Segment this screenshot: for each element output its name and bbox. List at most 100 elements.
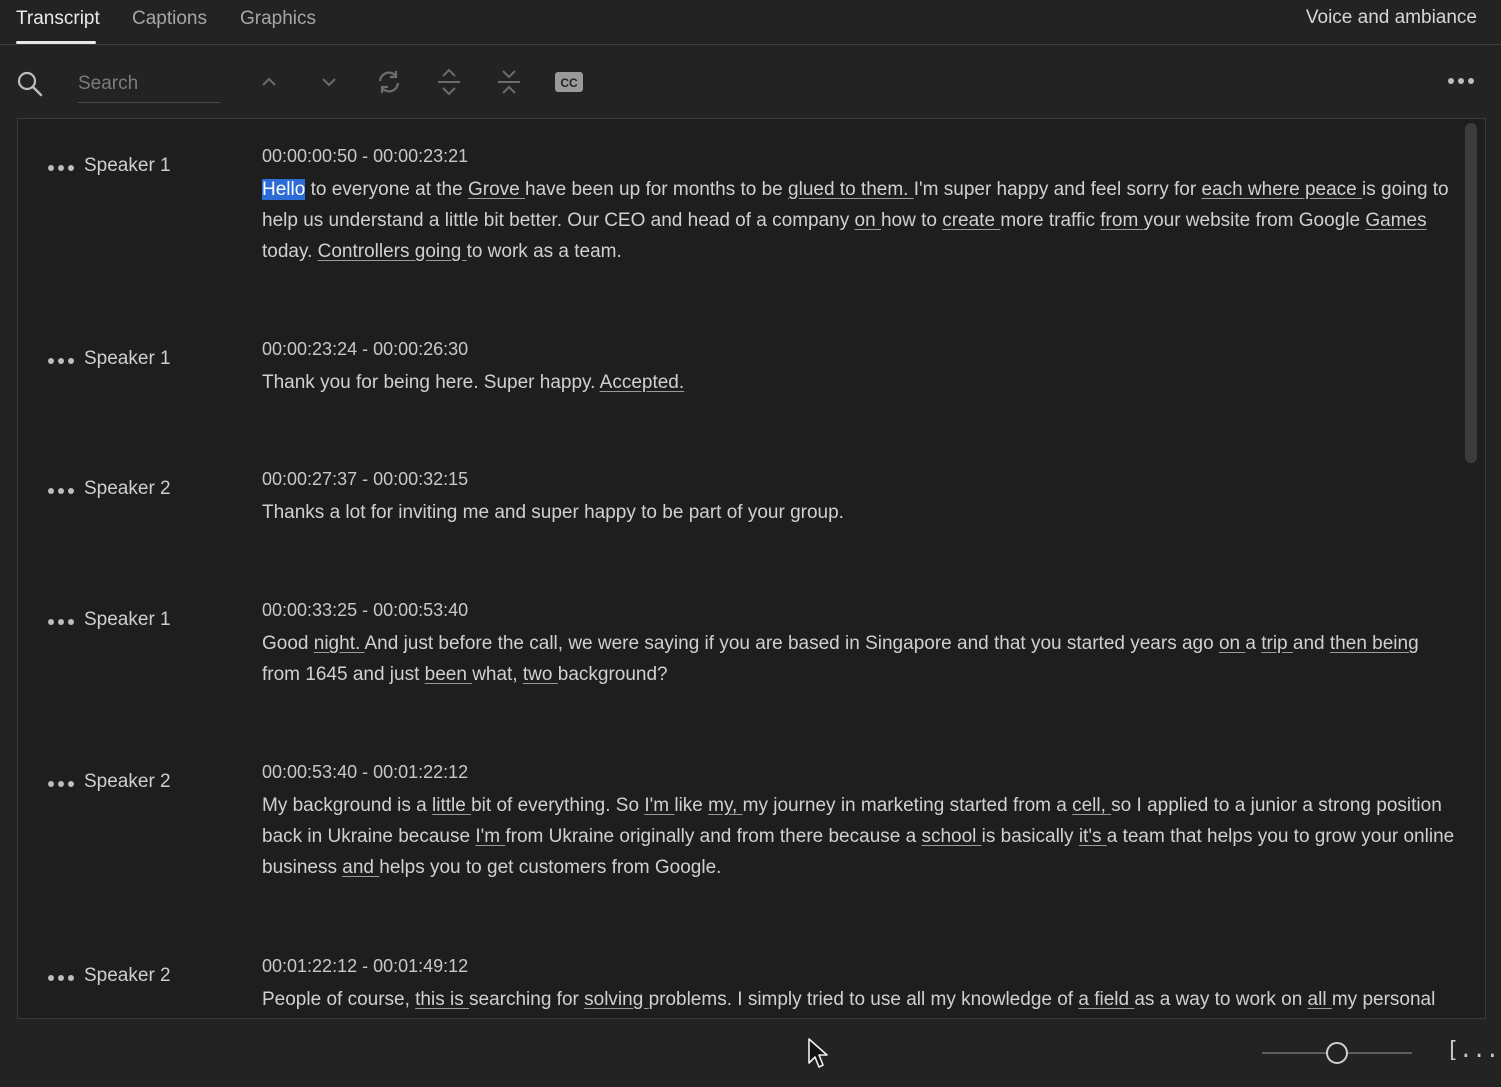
transcript-words[interactable]: how to — [881, 210, 942, 231]
transcript-words[interactable]: helps you to get customers from Google. — [379, 857, 721, 878]
speaker-label[interactable]: Speaker 1 — [84, 609, 171, 631]
low-confidence-word[interactable]: on — [855, 210, 881, 231]
low-confidence-word[interactable]: I'm — [644, 795, 674, 816]
segment-timecode: 00:00:27:37 - 00:00:32:15 — [262, 469, 468, 490]
speaker-label[interactable]: Speaker 2 — [84, 771, 171, 793]
create-captions-button[interactable]: CC — [553, 68, 585, 96]
transcript-words[interactable]: from Ukraine originally and from there b… — [505, 826, 921, 847]
transcript-words[interactable]: like — [674, 795, 708, 816]
speaker-options-icon[interactable] — [46, 776, 76, 792]
segment-timecode: 00:00:23:24 - 00:00:26:30 — [262, 339, 468, 360]
segment-timecode: 00:00:00:50 - 00:00:23:21 — [262, 146, 468, 167]
selected-word[interactable]: Hello — [262, 179, 305, 200]
scrollbar[interactable] — [1465, 123, 1477, 463]
transcript-panel: Speaker 1 00:00:00:50 - 00:00:23:21 Hell… — [17, 118, 1486, 1019]
low-confidence-word[interactable]: all — [1308, 989, 1332, 1010]
low-confidence-word[interactable]: this is — [415, 989, 469, 1010]
show-pauses-button[interactable]: [...] — [1446, 1038, 1501, 1063]
transcript-words[interactable]: Thanks a lot for inviting me and super h… — [262, 502, 844, 523]
transcript-words[interactable]: and — [1293, 633, 1330, 654]
panel-title: Voice and ambiance — [1306, 7, 1477, 29]
transcript-words[interactable]: to work as a team. — [467, 241, 622, 262]
low-confidence-word[interactable]: create — [942, 210, 1000, 231]
segment-text[interactable]: People of course, this is searching for … — [262, 984, 1456, 1019]
transcript-toolbar: CC — [0, 48, 1501, 116]
low-confidence-word[interactable]: little — [432, 795, 471, 816]
low-confidence-word[interactable]: cell, — [1072, 795, 1111, 816]
low-confidence-word[interactable]: been — [425, 664, 473, 685]
more-options-icon[interactable] — [1447, 70, 1475, 92]
transcript-words[interactable]: what, — [472, 664, 523, 685]
low-confidence-word[interactable]: on — [1219, 633, 1245, 654]
transcript-words[interactable]: searching for — [469, 989, 584, 1010]
next-result-button[interactable] — [313, 68, 345, 96]
speaker-label[interactable]: Speaker 1 — [84, 348, 171, 370]
low-confidence-word[interactable]: trip — [1261, 633, 1293, 654]
low-confidence-word[interactable]: two — [523, 664, 558, 685]
low-confidence-word[interactable]: a field — [1078, 989, 1134, 1010]
low-confidence-word[interactable]: school — [921, 826, 981, 847]
transcript-words[interactable]: as a way to work on — [1134, 989, 1307, 1010]
tab-graphics[interactable]: Graphics — [240, 8, 316, 30]
tab-bar: Transcript Captions Graphics Voice and a… — [0, 0, 1501, 45]
transcript-words[interactable]: a — [1245, 633, 1261, 654]
low-confidence-word[interactable]: Controllers going — [318, 241, 467, 262]
tab-transcript[interactable]: Transcript — [16, 8, 100, 30]
transcript-words[interactable]: Good — [262, 633, 314, 654]
segment-text[interactable]: Thank you for being here. Super happy. A… — [262, 367, 1456, 398]
low-confidence-word[interactable]: Games — [1365, 210, 1426, 231]
transcript-words[interactable]: background? — [558, 664, 668, 685]
speaker-label[interactable]: Speaker 2 — [84, 478, 171, 500]
transcript-words[interactable]: your website from Google — [1144, 210, 1366, 231]
transcript-words[interactable]: problems. I simply tried to use all my k… — [649, 989, 1079, 1010]
transcript-words[interactable]: from 1645 and just — [262, 664, 425, 685]
active-tab-indicator — [16, 41, 96, 44]
speaker-label[interactable]: Speaker 2 — [84, 965, 171, 987]
tab-captions[interactable]: Captions — [132, 8, 207, 30]
transcript-words[interactable]: have been up for months to be — [525, 179, 788, 200]
transcript-words[interactable]: Thank you for being here. Super happy. — [262, 372, 600, 393]
speaker-label[interactable]: Speaker 1 — [84, 155, 171, 177]
low-confidence-word[interactable]: solving — [584, 989, 648, 1010]
transcript-words[interactable]: My background is a — [262, 795, 432, 816]
low-confidence-word[interactable]: I'm — [475, 826, 505, 847]
refresh-button[interactable] — [373, 68, 405, 96]
low-confidence-word[interactable]: from — [1100, 210, 1143, 231]
speaker-options-icon[interactable] — [46, 160, 76, 176]
mouse-pointer-icon — [807, 1037, 829, 1071]
transcript-words[interactable]: today. — [262, 241, 318, 262]
low-confidence-word[interactable]: and — [342, 857, 379, 878]
speaker-options-icon[interactable] — [46, 614, 76, 630]
low-confidence-word[interactable]: night. — [314, 633, 365, 654]
transcript-words[interactable]: is basically — [982, 826, 1079, 847]
zoom-slider-handle[interactable] — [1326, 1042, 1348, 1064]
low-confidence-word[interactable]: it's — [1079, 826, 1107, 847]
segment-text[interactable]: Thanks a lot for inviting me and super h… — [262, 497, 1456, 528]
low-confidence-word[interactable]: then being — [1330, 633, 1419, 654]
speaker-options-icon[interactable] — [46, 970, 76, 986]
transcript-words[interactable]: my journey in marketing started from a — [743, 795, 1072, 816]
speaker-options-icon[interactable] — [46, 353, 76, 369]
low-confidence-word[interactable]: Grove — [468, 179, 525, 200]
segment-text[interactable]: Good night. And just before the call, we… — [262, 628, 1456, 690]
transcript-words[interactable]: And just before the call, we were saying… — [364, 633, 1218, 654]
transcript-words[interactable]: more traffic — [1000, 210, 1100, 231]
speaker-options-icon[interactable] — [46, 483, 76, 499]
segment-timecode: 00:00:53:40 - 00:01:22:12 — [262, 762, 468, 783]
low-confidence-word[interactable]: glued to them. — [788, 179, 914, 200]
low-confidence-word[interactable]: Accepted. — [600, 372, 685, 393]
transcript-words[interactable]: bit of everything. So — [471, 795, 644, 816]
low-confidence-word[interactable]: my, — [708, 795, 742, 816]
segment-text[interactable]: Hello to everyone at the Grove have been… — [262, 174, 1456, 267]
search-input[interactable] — [78, 66, 220, 103]
search-icon[interactable] — [16, 70, 44, 98]
transcript-words[interactable]: to everyone at the — [305, 179, 468, 200]
transcript-words[interactable]: I'm super happy and feel sorry for — [914, 179, 1202, 200]
previous-result-button[interactable] — [253, 68, 285, 96]
segment-text[interactable]: My background is a little bit of everyth… — [262, 790, 1456, 883]
collapse-all-button[interactable] — [493, 68, 525, 96]
transcript-words[interactable]: People of course, — [262, 989, 415, 1010]
expand-all-button[interactable] — [433, 68, 465, 96]
low-confidence-word[interactable]: each where peace — [1201, 179, 1362, 200]
transcript-footer: [...] — [0, 1018, 1501, 1087]
